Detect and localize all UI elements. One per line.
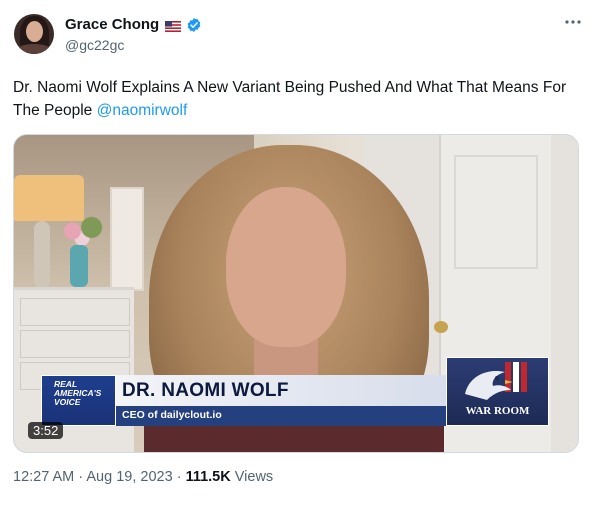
eagle-icon: [465, 362, 527, 400]
author-display-name[interactable]: Grace Chong: [65, 16, 159, 33]
more-options-icon[interactable]: [563, 12, 583, 32]
us-flag-icon: [164, 19, 182, 33]
author-handle[interactable]: @gc22gc: [65, 37, 124, 53]
meta-separator: ·: [78, 469, 84, 485]
war-room-logo: WAR ROOM: [446, 357, 549, 426]
tweet-time[interactable]: 12:27 AM: [13, 469, 74, 485]
speaker-face: [226, 187, 346, 347]
avatar-body: [16, 44, 52, 54]
flowers: [58, 213, 106, 249]
video-duration-badge: 3:52: [28, 422, 64, 439]
tweet-text: Dr. Naomi Wolf Explains A New Variant Be…: [13, 76, 588, 122]
dresser-drawer: [20, 330, 130, 358]
avatar[interactable]: [14, 14, 54, 54]
video-player[interactable]: REAL AMERICA'S VOICE DR. NAOMI WOLF CEO …: [13, 134, 579, 453]
network-logo: REAL AMERICA'S VOICE: [41, 375, 116, 426]
views-label: Views: [234, 469, 274, 485]
lower-third-banner: REAL AMERICA'S VOICE DR. NAOMI WOLF CEO …: [41, 357, 549, 426]
dresser-drawer: [20, 298, 130, 326]
guest-title-strip: CEO of dailyclout.io: [116, 406, 446, 426]
door-panel: [454, 155, 538, 269]
guest-title: CEO of dailyclout.io: [122, 409, 222, 421]
vase: [70, 245, 88, 287]
guest-name-strip: DR. NAOMI WOLF: [116, 375, 446, 406]
avatar-face: [26, 21, 43, 42]
show-logo-text: WAR ROOM: [465, 405, 530, 417]
tweet-date[interactable]: Aug 19, 2023: [86, 469, 172, 485]
guest-name-bar: DR. NAOMI WOLF CEO of dailyclout.io: [116, 375, 446, 426]
tweet-card: Grace Chong @gc22gc Dr. Naomi Wolf Expla…: [0, 0, 609, 510]
tweet-meta: 12:27 AM · Aug 19, 2023 · 111.5K Views: [13, 469, 273, 485]
mention-link[interactable]: @naomirwolf: [97, 102, 188, 119]
door-knob: [434, 321, 448, 333]
verified-badge-icon[interactable]: [186, 17, 202, 33]
meta-separator: ·: [176, 469, 182, 485]
guest-name: DR. NAOMI WOLF: [122, 380, 289, 401]
author-name-row: Grace Chong: [65, 16, 202, 33]
views-count: 111.5K: [185, 469, 231, 485]
lamp-base: [34, 221, 50, 289]
picture-frame: [110, 187, 144, 291]
network-logo-line3: VOICE: [54, 397, 81, 407]
